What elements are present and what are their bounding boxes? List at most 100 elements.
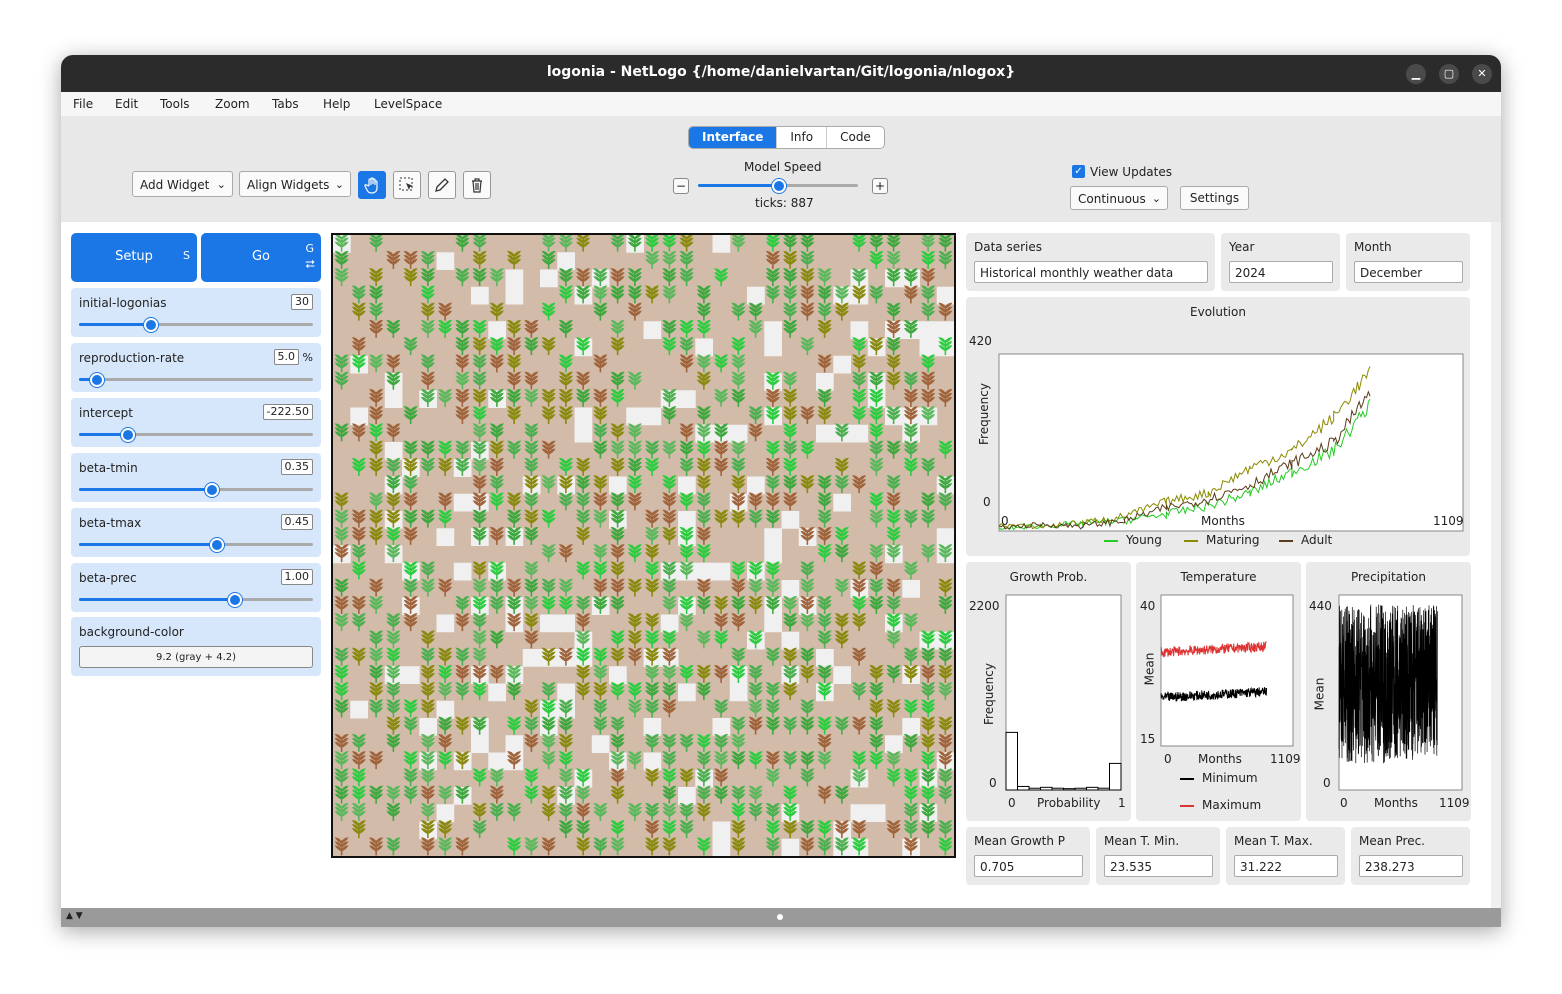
slider-value[interactable]: 1.00 bbox=[280, 569, 313, 585]
logonia-agent bbox=[472, 371, 487, 390]
slider-thumb[interactable] bbox=[205, 483, 220, 497]
align-widgets-dropdown[interactable]: Align Widgets ⌄ bbox=[239, 171, 351, 197]
interact-tool-button[interactable] bbox=[358, 171, 386, 199]
logonia-agent bbox=[817, 475, 832, 494]
logonia-agent bbox=[558, 235, 573, 252]
minimize-icon[interactable]: ▁ bbox=[1406, 64, 1426, 84]
tab-interface[interactable]: Interface bbox=[689, 127, 777, 148]
slider-reproduction-rate[interactable]: reproduction-rate 5.0% bbox=[71, 343, 321, 392]
slider-beta-tmax[interactable]: beta-tmax 0.45 bbox=[71, 508, 321, 557]
logonia-agent bbox=[541, 751, 556, 770]
logonia-agent bbox=[852, 595, 867, 614]
logonia-agent bbox=[886, 250, 901, 269]
slider-value[interactable]: 5.0 bbox=[273, 349, 299, 365]
year-field[interactable]: 2024 bbox=[1229, 261, 1333, 283]
tab-info[interactable]: Info bbox=[776, 127, 826, 148]
model-speed-slider[interactable] bbox=[698, 179, 858, 193]
logonia-agent bbox=[403, 337, 418, 356]
precipitation-plot: Precipitation 440 0 0 1109 Months Mean bbox=[1306, 562, 1471, 821]
menu-zoom[interactable]: Zoom bbox=[215, 97, 250, 111]
update-mode-dropdown[interactable]: Continuous ⌄ bbox=[1070, 186, 1168, 210]
slider-track[interactable] bbox=[79, 593, 313, 607]
logonia-agent bbox=[403, 751, 418, 770]
slider-value[interactable]: -222.50 bbox=[262, 404, 313, 420]
logonia-agent bbox=[783, 613, 798, 632]
logonia-agent bbox=[593, 682, 608, 701]
maximize-icon[interactable]: ▢ bbox=[1439, 64, 1459, 84]
slider-initial-logonias[interactable]: initial-logonias 30 bbox=[71, 288, 321, 337]
logonia-agent bbox=[679, 250, 694, 269]
menu-help[interactable]: Help bbox=[323, 97, 350, 111]
slider-value[interactable]: 0.35 bbox=[280, 459, 313, 475]
logonia-agent bbox=[386, 354, 401, 373]
view-updates-checkbox[interactable]: ✓ bbox=[1072, 165, 1085, 178]
logonia-agent bbox=[800, 235, 815, 252]
logonia-agent bbox=[472, 457, 487, 476]
logonia-agent bbox=[662, 509, 677, 528]
model-speed-thumb[interactable] bbox=[772, 179, 786, 193]
add-widget-dropdown[interactable]: Add Widget ⌄ bbox=[132, 171, 233, 197]
growth-ymax: 2200 bbox=[969, 599, 1000, 613]
logonia-agent bbox=[507, 388, 522, 407]
slider-label: beta-prec bbox=[79, 571, 137, 585]
chooser-value[interactable]: 9.2 (gray + 4.2) bbox=[79, 646, 313, 668]
menu-tools[interactable]: Tools bbox=[160, 97, 190, 111]
logonia-agent bbox=[455, 268, 470, 287]
empty-patch bbox=[833, 666, 851, 684]
slider-thumb[interactable] bbox=[144, 318, 159, 332]
close-icon[interactable]: ✕ bbox=[1472, 64, 1492, 84]
slider-beta-prec[interactable]: beta-prec 1.00 bbox=[71, 563, 321, 612]
logonia-agent bbox=[886, 630, 901, 649]
logonia-agent bbox=[507, 406, 522, 425]
logonia-agent bbox=[627, 544, 642, 563]
slider-track[interactable] bbox=[79, 483, 313, 497]
logonia-agent bbox=[886, 526, 901, 545]
logonia-agent bbox=[869, 406, 884, 425]
edit-tool-button[interactable] bbox=[428, 171, 456, 199]
go-button[interactable]: Go G ⮂ bbox=[201, 233, 321, 282]
logonia-agent bbox=[438, 457, 453, 476]
speed-minus-button[interactable]: − bbox=[673, 178, 689, 194]
setup-button[interactable]: Setup S bbox=[71, 233, 197, 282]
empty-patch bbox=[695, 338, 713, 357]
slider-track[interactable] bbox=[79, 318, 313, 332]
logonia-agent bbox=[645, 578, 660, 597]
slider-track[interactable] bbox=[79, 373, 313, 387]
settings-button[interactable]: Settings bbox=[1180, 186, 1249, 210]
logonia-agent bbox=[852, 354, 867, 373]
slider-track[interactable] bbox=[79, 538, 313, 552]
menu-edit[interactable]: Edit bbox=[115, 97, 138, 111]
delete-tool-button[interactable] bbox=[463, 171, 491, 199]
logonia-agent bbox=[334, 613, 349, 632]
month-field[interactable]: December bbox=[1354, 261, 1463, 283]
resize-handle[interactable] bbox=[777, 914, 783, 920]
logonia-agent bbox=[662, 578, 677, 597]
slider-thumb[interactable] bbox=[228, 593, 243, 607]
speed-plus-button[interactable]: + bbox=[872, 178, 888, 194]
background-color-chooser[interactable]: background-color 9.2 (gray + 4.2) bbox=[71, 617, 321, 676]
logonia-agent bbox=[800, 578, 815, 597]
logonia-agent bbox=[662, 699, 677, 718]
logonia-agent bbox=[679, 613, 694, 632]
data-series-field[interactable]: Historical monthly weather data bbox=[974, 261, 1208, 283]
menu-tabs[interactable]: Tabs bbox=[272, 97, 299, 111]
menu-levelspace[interactable]: LevelSpace bbox=[374, 97, 442, 111]
tab-code[interactable]: Code bbox=[826, 127, 884, 148]
slider-thumb[interactable] bbox=[90, 373, 105, 387]
slider-thumb[interactable] bbox=[209, 538, 224, 552]
logonia-agent bbox=[748, 682, 763, 701]
logonia-agent bbox=[593, 509, 608, 528]
menu-file[interactable]: File bbox=[73, 97, 93, 111]
logonia-agent bbox=[593, 578, 608, 597]
logonia-agent bbox=[817, 837, 832, 856]
select-tool-button[interactable] bbox=[393, 171, 421, 199]
logonia-agent bbox=[386, 682, 401, 701]
slider-intercept[interactable]: intercept -222.50 bbox=[71, 398, 321, 447]
slider-value[interactable]: 30 bbox=[291, 294, 313, 310]
world-view[interactable] bbox=[331, 233, 956, 858]
slider-value[interactable]: 0.45 bbox=[280, 514, 313, 530]
slider-thumb[interactable] bbox=[120, 428, 135, 442]
collapse-arrows-icon[interactable]: ▲ ▼ bbox=[66, 911, 83, 921]
slider-track[interactable] bbox=[79, 428, 313, 442]
slider-beta-tmin[interactable]: beta-tmin 0.35 bbox=[71, 453, 321, 502]
